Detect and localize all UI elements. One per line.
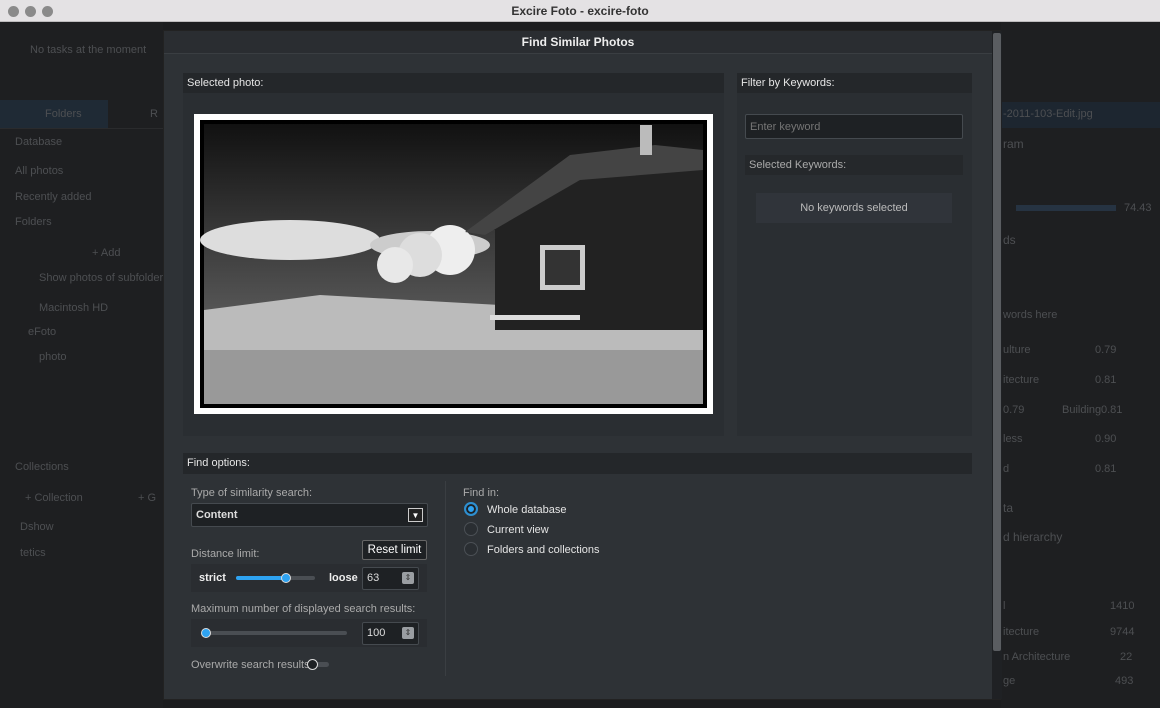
close-window-button[interactable]	[8, 6, 19, 17]
keyword-score: 0.90	[1095, 433, 1117, 445]
photo-image	[200, 120, 707, 408]
keyword-chip[interactable]: Building	[1062, 404, 1101, 416]
max-results-label: Maximum number of displayed search resul…	[191, 603, 416, 615]
hierarchy-item[interactable]: itecture	[1003, 626, 1039, 638]
max-results-value: 100	[367, 627, 386, 639]
folder-efoto[interactable]: eFoto	[28, 326, 56, 338]
selected-keywords-label: Selected Keywords:	[745, 155, 963, 175]
radio-current-view[interactable]	[464, 522, 478, 536]
keyword-input[interactable]: words here	[1003, 309, 1057, 321]
current-view-label[interactable]: Current view	[487, 524, 549, 536]
folders-collections-label[interactable]: Folders and collections	[487, 544, 600, 556]
minimize-window-button[interactable]	[25, 6, 36, 17]
dialog-scrollbar-thumb[interactable]	[993, 33, 1001, 651]
left-sidebar	[0, 22, 163, 708]
similarity-type-select[interactable]: Content ▼	[191, 503, 428, 527]
similarity-type-value: Content	[196, 509, 238, 521]
window-titlebar: Excire Foto - excire-foto	[0, 0, 1160, 22]
options-divider	[445, 481, 446, 676]
section-keyword-hierarchy: d hierarchy	[1003, 530, 1063, 544]
folder-macintosh-hd[interactable]: Macintosh HD	[39, 302, 108, 314]
section-collections[interactable]: Collections	[15, 461, 69, 473]
add-folder-button[interactable]: + Add	[92, 247, 120, 259]
selected-photo-label: Selected photo:	[183, 73, 724, 93]
keyword-chip[interactable]: itecture	[1003, 374, 1039, 386]
whole-database-label[interactable]: Whole database	[487, 504, 567, 516]
max-results-slider-handle[interactable]	[201, 628, 211, 638]
section-metadata: ta	[1003, 501, 1014, 515]
sidebar-item-all-photos[interactable]: All photos	[15, 165, 63, 177]
filter-keywords-panel: Filter by Keywords: Selected Keywords: N…	[737, 73, 972, 436]
selected-photo-panel: Selected photo:	[183, 73, 724, 436]
radio-folders-collections[interactable]	[464, 542, 478, 556]
keyword-chip[interactable]: less	[1003, 433, 1023, 445]
distance-slider-handle[interactable]	[280, 573, 291, 583]
find-in-label: Find in:	[463, 487, 500, 499]
distance-row: strict loose 63 ⇕	[191, 564, 427, 592]
keyword-score: 0.79	[1095, 344, 1117, 356]
keyword-chip[interactable]: d	[1003, 463, 1009, 475]
window-title: Excire Foto - excire-foto	[511, 4, 649, 18]
hierarchy-item[interactable]: ge	[1003, 675, 1015, 687]
score-value: 74.43	[1124, 202, 1152, 214]
hierarchy-count: 493	[1115, 675, 1134, 687]
hierarchy-count: 1410	[1110, 600, 1135, 612]
add-collection-button[interactable]: + Collection	[25, 492, 83, 504]
similarity-type-label: Type of similarity search:	[191, 487, 313, 499]
tasks-status: No tasks at the moment	[30, 44, 147, 56]
tab-folders[interactable]: Folders	[45, 108, 82, 120]
keyword-score: 0.79	[1003, 404, 1025, 416]
max-results-input[interactable]: 100 ⇕	[362, 622, 419, 645]
find-options-header: Find options:	[183, 453, 972, 474]
hierarchy-count: 22	[1120, 651, 1133, 663]
distance-limit-label: Distance limit:	[191, 548, 260, 560]
distance-value-input[interactable]: 63 ⇕	[362, 567, 419, 590]
keyword-score: 0.81	[1095, 463, 1117, 475]
max-results-slider[interactable]	[206, 631, 347, 635]
tab-other[interactable]: R	[150, 108, 158, 120]
zoom-window-button[interactable]	[42, 6, 53, 17]
no-keywords-message: No keywords selected	[756, 193, 952, 223]
keyword-input[interactable]	[745, 114, 963, 139]
selected-photo	[194, 114, 713, 414]
distance-slider-fill	[236, 576, 286, 580]
overwrite-toggle[interactable]	[307, 659, 329, 670]
stepper-icon[interactable]: ⇕	[402, 627, 414, 639]
section-histogram: ram	[1003, 137, 1024, 151]
show-subfolders-toggle[interactable]: Show photos of subfolders	[39, 272, 169, 284]
overwrite-label: Overwrite search results:	[191, 659, 313, 671]
folder-photo[interactable]: photo	[39, 351, 67, 363]
collection-item[interactable]: Dshow	[20, 521, 54, 533]
hierarchy-count: 9744	[1110, 626, 1135, 638]
sidebar-item-recently-added[interactable]: Recently added	[15, 191, 91, 203]
strict-label: strict	[199, 572, 226, 584]
chevron-down-icon[interactable]: ▼	[408, 508, 423, 522]
section-database[interactable]: Database	[15, 136, 62, 148]
add-group-button[interactable]: + G	[138, 492, 156, 504]
loose-label: loose	[329, 572, 358, 584]
filter-keywords-header: Filter by Keywords:	[737, 73, 972, 93]
stepper-icon[interactable]: ⇕	[402, 572, 414, 584]
collection-item[interactable]: tetics	[20, 547, 46, 559]
max-results-row: 100 ⇕	[191, 619, 427, 647]
hierarchy-item[interactable]: n Architecture	[1003, 651, 1070, 663]
keyword-score: 0.81	[1101, 404, 1123, 416]
section-keywords: ds	[1003, 233, 1016, 247]
radio-whole-database[interactable]	[464, 502, 478, 516]
reset-limit-button[interactable]: Reset limit	[362, 540, 427, 560]
keyword-score: 0.81	[1095, 374, 1117, 386]
dialog-title: Find Similar Photos	[164, 31, 992, 54]
keyword-chip[interactable]: ulture	[1003, 344, 1031, 356]
right-panel	[1001, 22, 1160, 708]
hierarchy-item[interactable]: l	[1003, 600, 1005, 612]
section-folders[interactable]: Folders	[15, 216, 52, 228]
find-similar-dialog: Find Similar Photos Selected photo: Filt…	[163, 30, 1002, 700]
filename: -2011-103-Edit.jpg	[1003, 108, 1093, 120]
distance-value: 63	[367, 572, 380, 584]
